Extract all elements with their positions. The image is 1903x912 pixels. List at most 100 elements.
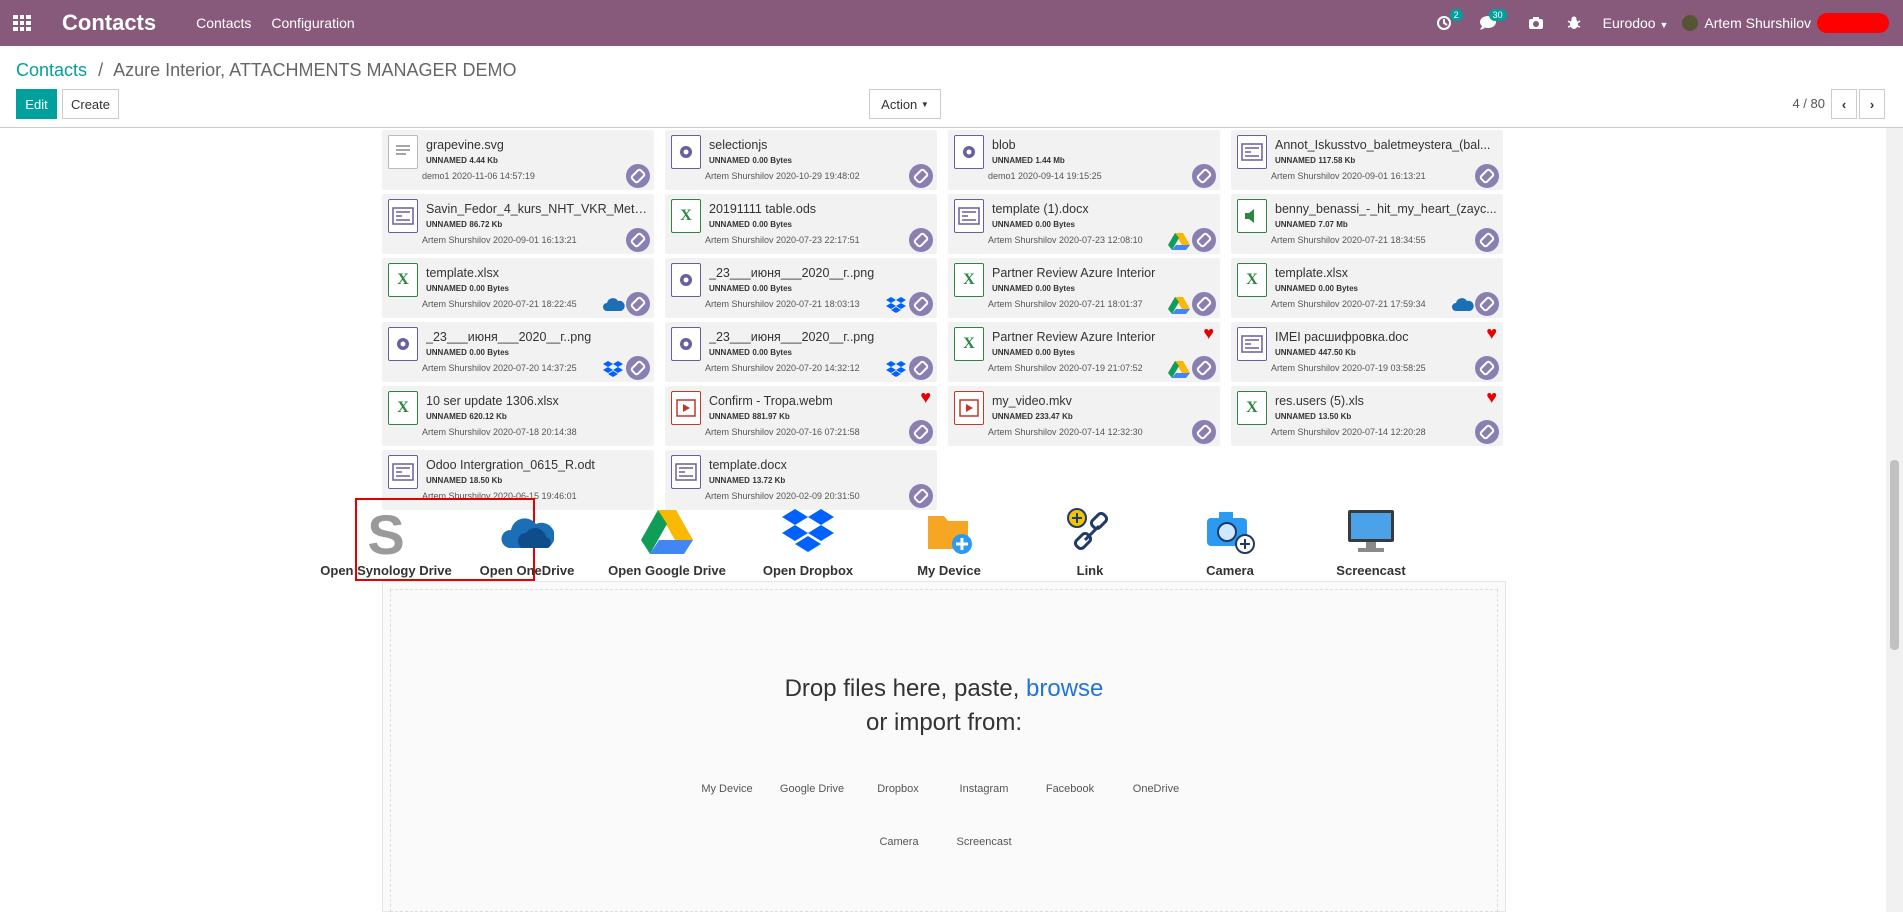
import-source-my-device[interactable]: My Device xyxy=(701,783,752,795)
attachment-name[interactable]: res.users (5).xls xyxy=(1275,394,1497,408)
attachment-name[interactable]: Savin_Fedor_4_kurs_NHT_VKR_Meto... xyxy=(426,202,648,216)
scrollbar-thumb[interactable] xyxy=(1890,460,1899,650)
spreadsheet-file-icon[interactable]: X xyxy=(671,199,701,233)
link-icon[interactable] xyxy=(1475,420,1499,444)
import-source-facebook[interactable]: Facebook xyxy=(1046,783,1094,795)
attachment-card[interactable]: X 20191111 table.ods UNNAMED 0.00 Bytes Art… xyxy=(665,194,937,254)
messages-icon[interactable]: 30 xyxy=(1477,9,1507,34)
provider-link-button[interactable]: Link xyxy=(1025,506,1155,578)
attachment-card[interactable]: IMEI расшифровка.doc UNNAMED 447.50 Kb Art… xyxy=(1231,322,1503,382)
provider-dropbox-button[interactable]: Open Dropbox xyxy=(743,506,873,578)
attachment-card[interactable]: X 10 ser update 1306.xlsx UNNAMED 620.12 K… xyxy=(382,386,654,446)
attachment-name[interactable]: Partner Review Azure Interior xyxy=(992,266,1214,280)
attachment-name[interactable]: blob xyxy=(992,138,1214,152)
browse-link[interactable]: browse xyxy=(1026,675,1103,702)
gear-file-icon[interactable] xyxy=(671,263,701,297)
bug-icon[interactable] xyxy=(1563,12,1585,34)
user-menu[interactable]: Artem Shurshilov xyxy=(1682,13,1889,33)
image-file-icon[interactable] xyxy=(1237,327,1267,361)
attachment-card[interactable]: _23___июня___2020__г..png UNNAMED 0.00 By… xyxy=(665,322,937,382)
link-icon[interactable] xyxy=(909,164,933,188)
heart-icon[interactable]: ♥ xyxy=(1486,388,1497,406)
gdrive-badge-icon[interactable] xyxy=(1168,296,1190,314)
attachment-card[interactable]: my_video.mkv UNNAMED 233.47 Kb Artem Shurs… xyxy=(948,386,1220,446)
provider-monitor-button[interactable]: Screencast xyxy=(1306,506,1436,578)
link-icon[interactable] xyxy=(626,292,650,316)
attachment-name[interactable]: template.xlsx xyxy=(1275,266,1497,280)
provider-onedrive-button[interactable]: Open OneDrive xyxy=(462,506,592,578)
attachment-name[interactable]: 10 ser update 1306.xlsx xyxy=(426,394,648,408)
import-source-instagram[interactable]: Instagram xyxy=(960,783,1009,795)
attachment-name[interactable]: _23___июня___2020__г..png xyxy=(709,330,931,344)
heart-icon[interactable]: ♥ xyxy=(1486,324,1497,342)
link-icon[interactable] xyxy=(1475,356,1499,380)
heart-icon[interactable]: ♥ xyxy=(1203,324,1214,342)
attachment-name[interactable]: Confirm - Tropa.webm xyxy=(709,394,931,408)
attachment-card[interactable]: _23___июня___2020__г..png UNNAMED 0.00 By… xyxy=(382,322,654,382)
import-source-google-drive[interactable]: Google Drive xyxy=(780,783,844,795)
image-file-icon[interactable] xyxy=(388,199,418,233)
dropbox-badge-icon[interactable] xyxy=(885,360,907,378)
link-icon[interactable] xyxy=(1475,164,1499,188)
link-icon[interactable] xyxy=(1192,164,1216,188)
provider-folder-button[interactable]: My Device xyxy=(884,506,1014,578)
attachment-name[interactable]: _23___июня___2020__г..png xyxy=(709,266,931,280)
video-file-icon[interactable] xyxy=(671,391,701,425)
gear-file-icon[interactable] xyxy=(671,135,701,169)
link-icon[interactable] xyxy=(909,292,933,316)
audio-file-icon[interactable] xyxy=(1237,199,1267,233)
link-icon[interactable] xyxy=(626,356,650,380)
text-file-icon[interactable] xyxy=(388,135,418,169)
heart-icon[interactable]: ♥ xyxy=(920,388,931,406)
image-file-icon[interactable] xyxy=(1237,135,1267,169)
spreadsheet-file-icon[interactable]: X xyxy=(1237,391,1267,425)
link-icon[interactable] xyxy=(909,484,933,508)
attachment-name[interactable]: template.docx xyxy=(709,458,931,472)
attachment-name[interactable]: grapevine.svg xyxy=(426,138,648,152)
gdrive-badge-icon[interactable] xyxy=(1168,232,1190,250)
link-icon[interactable] xyxy=(626,164,650,188)
spreadsheet-file-icon[interactable]: X xyxy=(388,263,418,297)
onedrive-badge-icon[interactable] xyxy=(602,296,625,314)
link-icon[interactable] xyxy=(1192,420,1216,444)
image-file-icon[interactable] xyxy=(954,199,984,233)
apps-menu-icon[interactable] xyxy=(0,0,44,46)
attachment-name[interactable]: _23___июня___2020__г..png xyxy=(426,330,648,344)
dropzone-inner[interactable] xyxy=(390,589,1498,912)
spreadsheet-file-icon[interactable]: X xyxy=(954,263,984,297)
vertical-scrollbar[interactable] xyxy=(1886,128,1903,912)
attachment-card[interactable]: selectionjs UNNAMED 0.00 Bytes Artem Shurs… xyxy=(665,130,937,190)
gear-file-icon[interactable] xyxy=(954,135,984,169)
breadcrumb-root[interactable]: Contacts xyxy=(16,60,87,80)
image-file-icon[interactable] xyxy=(388,455,418,489)
import-source-onedrive[interactable]: OneDrive xyxy=(1133,783,1179,795)
attachment-card[interactable]: X Partner Review Azure Interior UNNAMED 0.… xyxy=(948,322,1220,382)
attachment-card[interactable]: _23___июня___2020__г..png UNNAMED 0.00 By… xyxy=(665,258,937,318)
provider-synology-button[interactable]: S Open Synology Drive xyxy=(320,503,451,578)
activity-icon[interactable]: 2 xyxy=(1433,9,1463,34)
image-file-icon[interactable] xyxy=(671,455,701,489)
gdrive-badge-icon[interactable] xyxy=(1168,360,1190,378)
attachment-card[interactable]: Xres.users (5).xls UNNAMED 13.50 Kb Artem … xyxy=(1231,386,1503,446)
link-icon[interactable] xyxy=(1192,228,1216,252)
spreadsheet-file-icon[interactable]: X xyxy=(388,391,418,425)
attachment-card[interactable]: X Partner Review Azure Interior UNNAMED 0.… xyxy=(948,258,1220,318)
link-icon[interactable] xyxy=(1192,356,1216,380)
pager-next-button[interactable]: › xyxy=(1859,89,1885,119)
attachment-name[interactable]: template (1).docx xyxy=(992,202,1214,216)
onedrive-badge-icon[interactable] xyxy=(1451,296,1474,314)
attachment-card[interactable]: Savin_Fedor_4_kurs_NHT_VKR_Meto... UNNAME… xyxy=(382,194,654,254)
spreadsheet-file-icon[interactable]: X xyxy=(1237,263,1267,297)
attachment-name[interactable]: selectionjs xyxy=(709,138,931,152)
gear-file-icon[interactable] xyxy=(388,327,418,361)
menu-contacts[interactable]: Contacts xyxy=(196,15,251,31)
link-icon[interactable] xyxy=(909,228,933,252)
attachment-card[interactable]: blob UNNAMED 1.44 Mb demo1 2020-09-14 19:1… xyxy=(948,130,1220,190)
spreadsheet-file-icon[interactable]: X xyxy=(954,327,984,361)
dropbox-badge-icon[interactable] xyxy=(602,360,624,378)
attachment-name[interactable]: Annot_Iskusstvo_baletmeystera_(bal... xyxy=(1275,138,1497,152)
gear-file-icon[interactable] xyxy=(671,327,701,361)
dropbox-badge-icon[interactable] xyxy=(885,296,907,314)
app-brand[interactable]: Contacts xyxy=(62,10,156,36)
provider-google-drive-button[interactable]: Open Google Drive xyxy=(602,506,732,578)
